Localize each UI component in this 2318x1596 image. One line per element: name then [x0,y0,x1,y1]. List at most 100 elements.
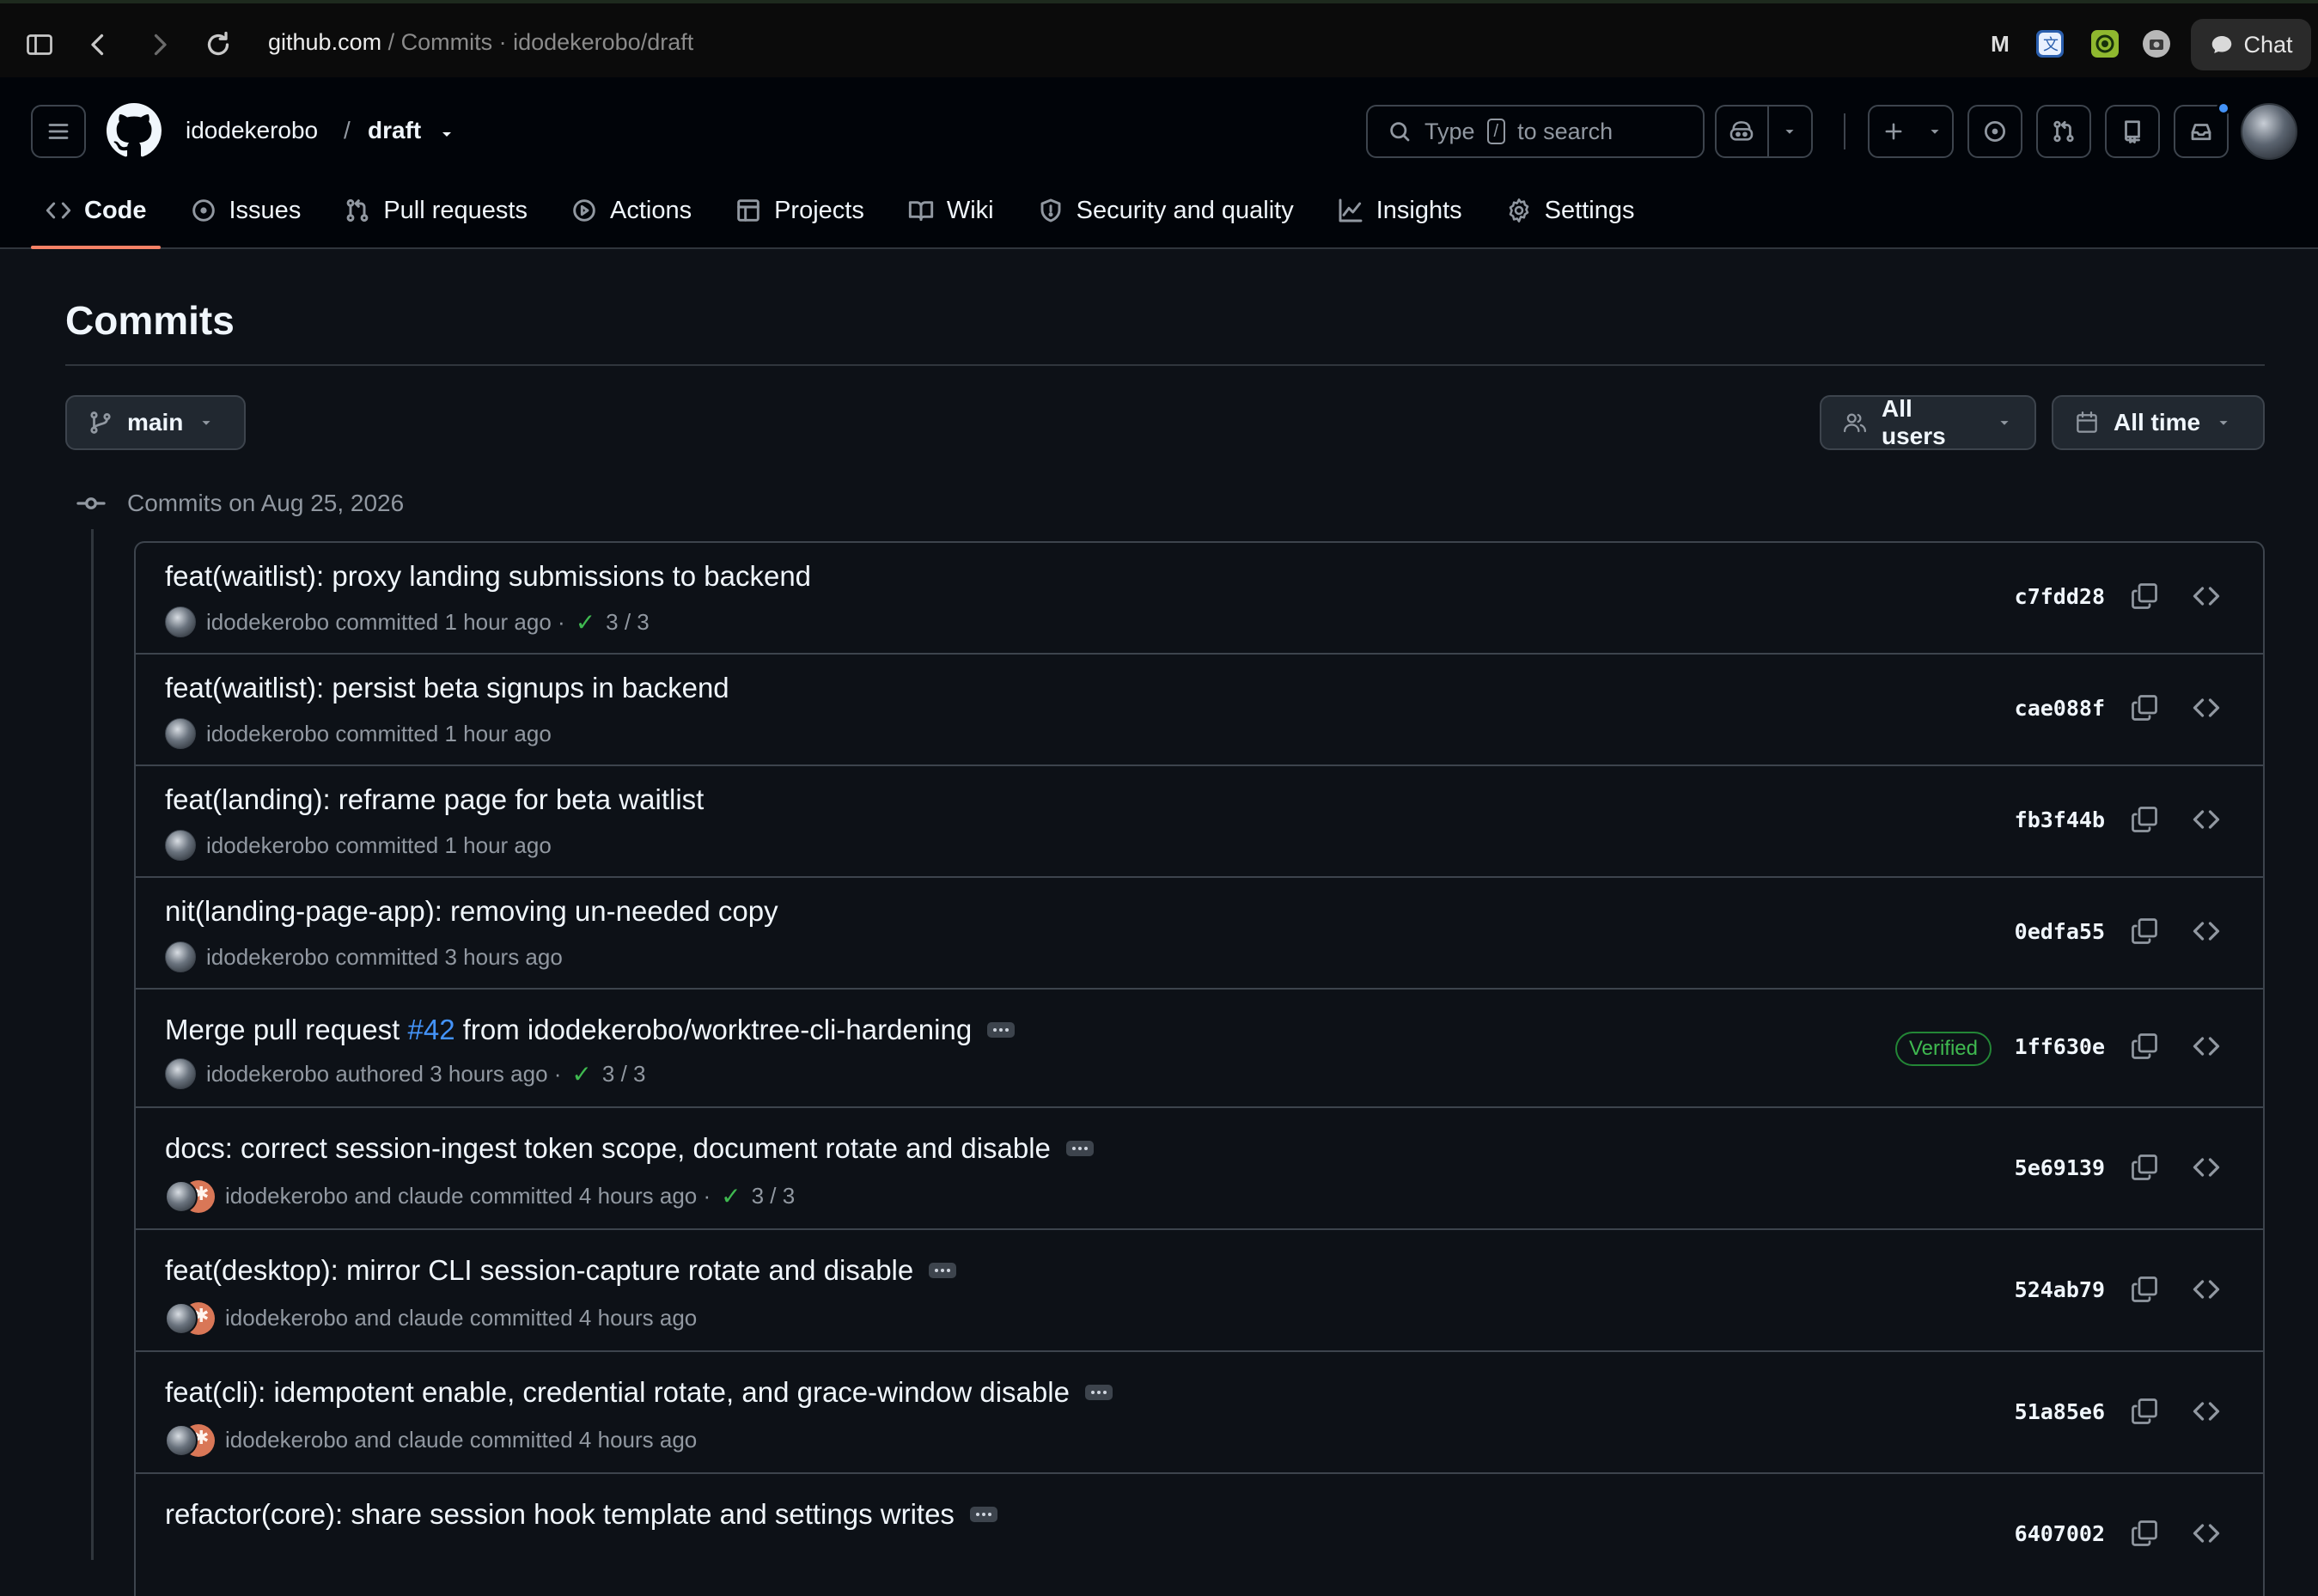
search-input[interactable]: Type / to search [1366,105,1705,158]
author-avatar[interactable] [165,830,196,861]
camera-extension-icon[interactable] [2143,30,2170,58]
commit-title-link[interactable]: refactor(core): share session hook templ… [165,1498,955,1531]
commit-meta: idodekerobo and claude committed 4 hours… [165,1422,697,1457]
commit-sha-link[interactable]: 0edfa55 [2015,919,2105,944]
tab-settings[interactable]: Settings [1491,172,1649,249]
commit-sha-link[interactable]: 1ff630e [2015,1034,2105,1059]
commit-title-link[interactable]: feat(waitlist): proxy landing submission… [165,560,811,593]
checks-count[interactable]: 3 / 3 [752,1183,796,1209]
pull-requests-button[interactable] [2036,105,2091,158]
time-filter[interactable]: All time [2052,395,2265,450]
expand-description-button[interactable] [1065,1141,1094,1156]
shield-icon [1037,197,1064,224]
browse-code-icon[interactable] [2191,916,2222,947]
checks-count[interactable]: 3 / 3 [602,1061,646,1087]
back-icon[interactable] [82,29,113,60]
expand-description-button[interactable] [969,1507,997,1522]
check-icon[interactable]: ✓ [571,1060,591,1088]
tab-insights[interactable]: Insights [1323,172,1476,249]
commit-sha-link[interactable]: fb3f44b [2015,807,2105,832]
browse-code-icon[interactable] [2191,1518,2222,1549]
commit-author-text: idodekerobo committed 1 hour ago [206,832,552,858]
expand-description-button[interactable] [929,1263,957,1278]
browse-code-icon[interactable] [2191,1031,2222,1062]
translate-extension-icon[interactable]: 文 [2036,30,2064,58]
commit-sha-link[interactable]: 51a85e6 [2015,1399,2105,1424]
create-new-button[interactable] [1868,105,1954,158]
commit-title-link[interactable]: feat(desktop): mirror CLI session-captur… [165,1254,913,1287]
github-logo-icon[interactable] [107,103,162,158]
tab-code[interactable]: Code [31,172,161,249]
copilot-dropdown-icon[interactable] [1769,107,1811,156]
copilot-button[interactable] [1715,105,1813,158]
check-icon[interactable]: ✓ [576,608,595,637]
co-author-avatars[interactable] [165,1301,215,1335]
users-filter[interactable]: All users [1820,395,2036,450]
issues-button[interactable] [1967,105,2022,158]
repo-owner-link[interactable]: idodekerobo [186,117,318,144]
checks-count[interactable]: 3 / 3 [606,609,650,636]
commit-title-link[interactable]: Merge pull request #42 from idodekerobo/… [165,1014,972,1046]
co-author-avatars[interactable] [165,1422,215,1457]
tab-actions[interactable]: Actions [557,172,705,249]
copy-icon[interactable] [2129,581,2160,612]
copy-icon[interactable] [2129,1274,2160,1305]
repo-tabs: Code Issues Pull requests Actions Projec… [31,172,1663,249]
browse-code-icon[interactable] [2191,1152,2222,1183]
commit-title-link[interactable]: feat(cli): idempotent enable, credential… [165,1376,1070,1409]
browse-code-icon[interactable] [2191,804,2222,835]
chat-button[interactable]: Chat [2191,19,2311,70]
copy-icon[interactable] [2129,1396,2160,1427]
commit-title-link[interactable]: feat(landing): reframe page for beta wai… [165,783,704,816]
commit-sha-link[interactable]: 6407002 [2015,1521,2105,1546]
copy-icon[interactable] [2129,1031,2160,1062]
author-avatar[interactable] [165,718,196,749]
tab-issues[interactable]: Issues [176,172,315,249]
tab-security[interactable]: Security and quality [1023,172,1308,249]
commit-sha-link[interactable]: c7fdd28 [2015,584,2105,609]
tab-wiki[interactable]: Wiki [894,172,1008,249]
branch-selector[interactable]: main [65,395,246,450]
copilot-icon[interactable] [1717,107,1769,156]
author-avatar[interactable] [165,1058,196,1089]
browse-code-icon[interactable] [2191,1396,2222,1427]
user-avatar[interactable] [2241,103,2297,160]
author-avatar[interactable] [165,606,196,637]
copy-icon[interactable] [2129,1518,2160,1549]
menu-button[interactable] [31,105,86,158]
copy-icon[interactable] [2129,916,2160,947]
copy-icon[interactable] [2129,692,2160,723]
copy-icon[interactable] [2129,1152,2160,1183]
branch-name: main [127,409,184,436]
commit-title-part: Merge pull request [165,1014,408,1045]
address-bar[interactable]: github.com / Commits · idodekerobo/draft [268,29,693,56]
repo-name-link[interactable]: draft [368,117,421,144]
browse-code-icon[interactable] [2191,692,2222,723]
copy-icon[interactable] [2129,804,2160,835]
m-icon[interactable]: M [1986,30,2014,58]
browse-code-icon[interactable] [2191,1274,2222,1305]
expand-description-button[interactable] [1084,1385,1113,1400]
commit-title-link[interactable]: nit(landing-page-app): removing un-neede… [165,895,778,928]
verified-badge[interactable]: Verified [1894,1032,1992,1066]
reload-icon[interactable] [203,29,234,60]
tab-projects[interactable]: Projects [721,172,878,249]
commit-title-link[interactable]: feat(waitlist): persist beta signups in … [165,672,729,704]
commit-sha-link[interactable]: cae088f [2015,696,2105,721]
commit-row: docs: correct session-ingest token scope… [136,1108,2263,1230]
co-author-avatars[interactable] [165,1179,215,1213]
repo-switcher-caret-icon[interactable] [436,124,457,144]
tab-pull-requests[interactable]: Pull requests [330,172,541,249]
sidebar-toggle-icon[interactable] [24,29,55,60]
commit-title-link[interactable]: docs: correct session-ingest token scope… [165,1132,1051,1165]
expand-description-button[interactable] [987,1022,1016,1038]
commit-sha-link[interactable]: 524ab79 [2015,1277,2105,1302]
commit-sha-link[interactable]: 5e69139 [2015,1155,2105,1180]
pull-request-link[interactable]: #42 [407,1014,454,1045]
repositories-button[interactable] [2105,105,2160,158]
forward-icon[interactable] [144,29,175,60]
check-icon[interactable]: ✓ [721,1182,741,1210]
swirl-extension-icon[interactable] [2091,30,2119,58]
browse-code-icon[interactable] [2191,581,2222,612]
author-avatar[interactable] [165,941,196,972]
